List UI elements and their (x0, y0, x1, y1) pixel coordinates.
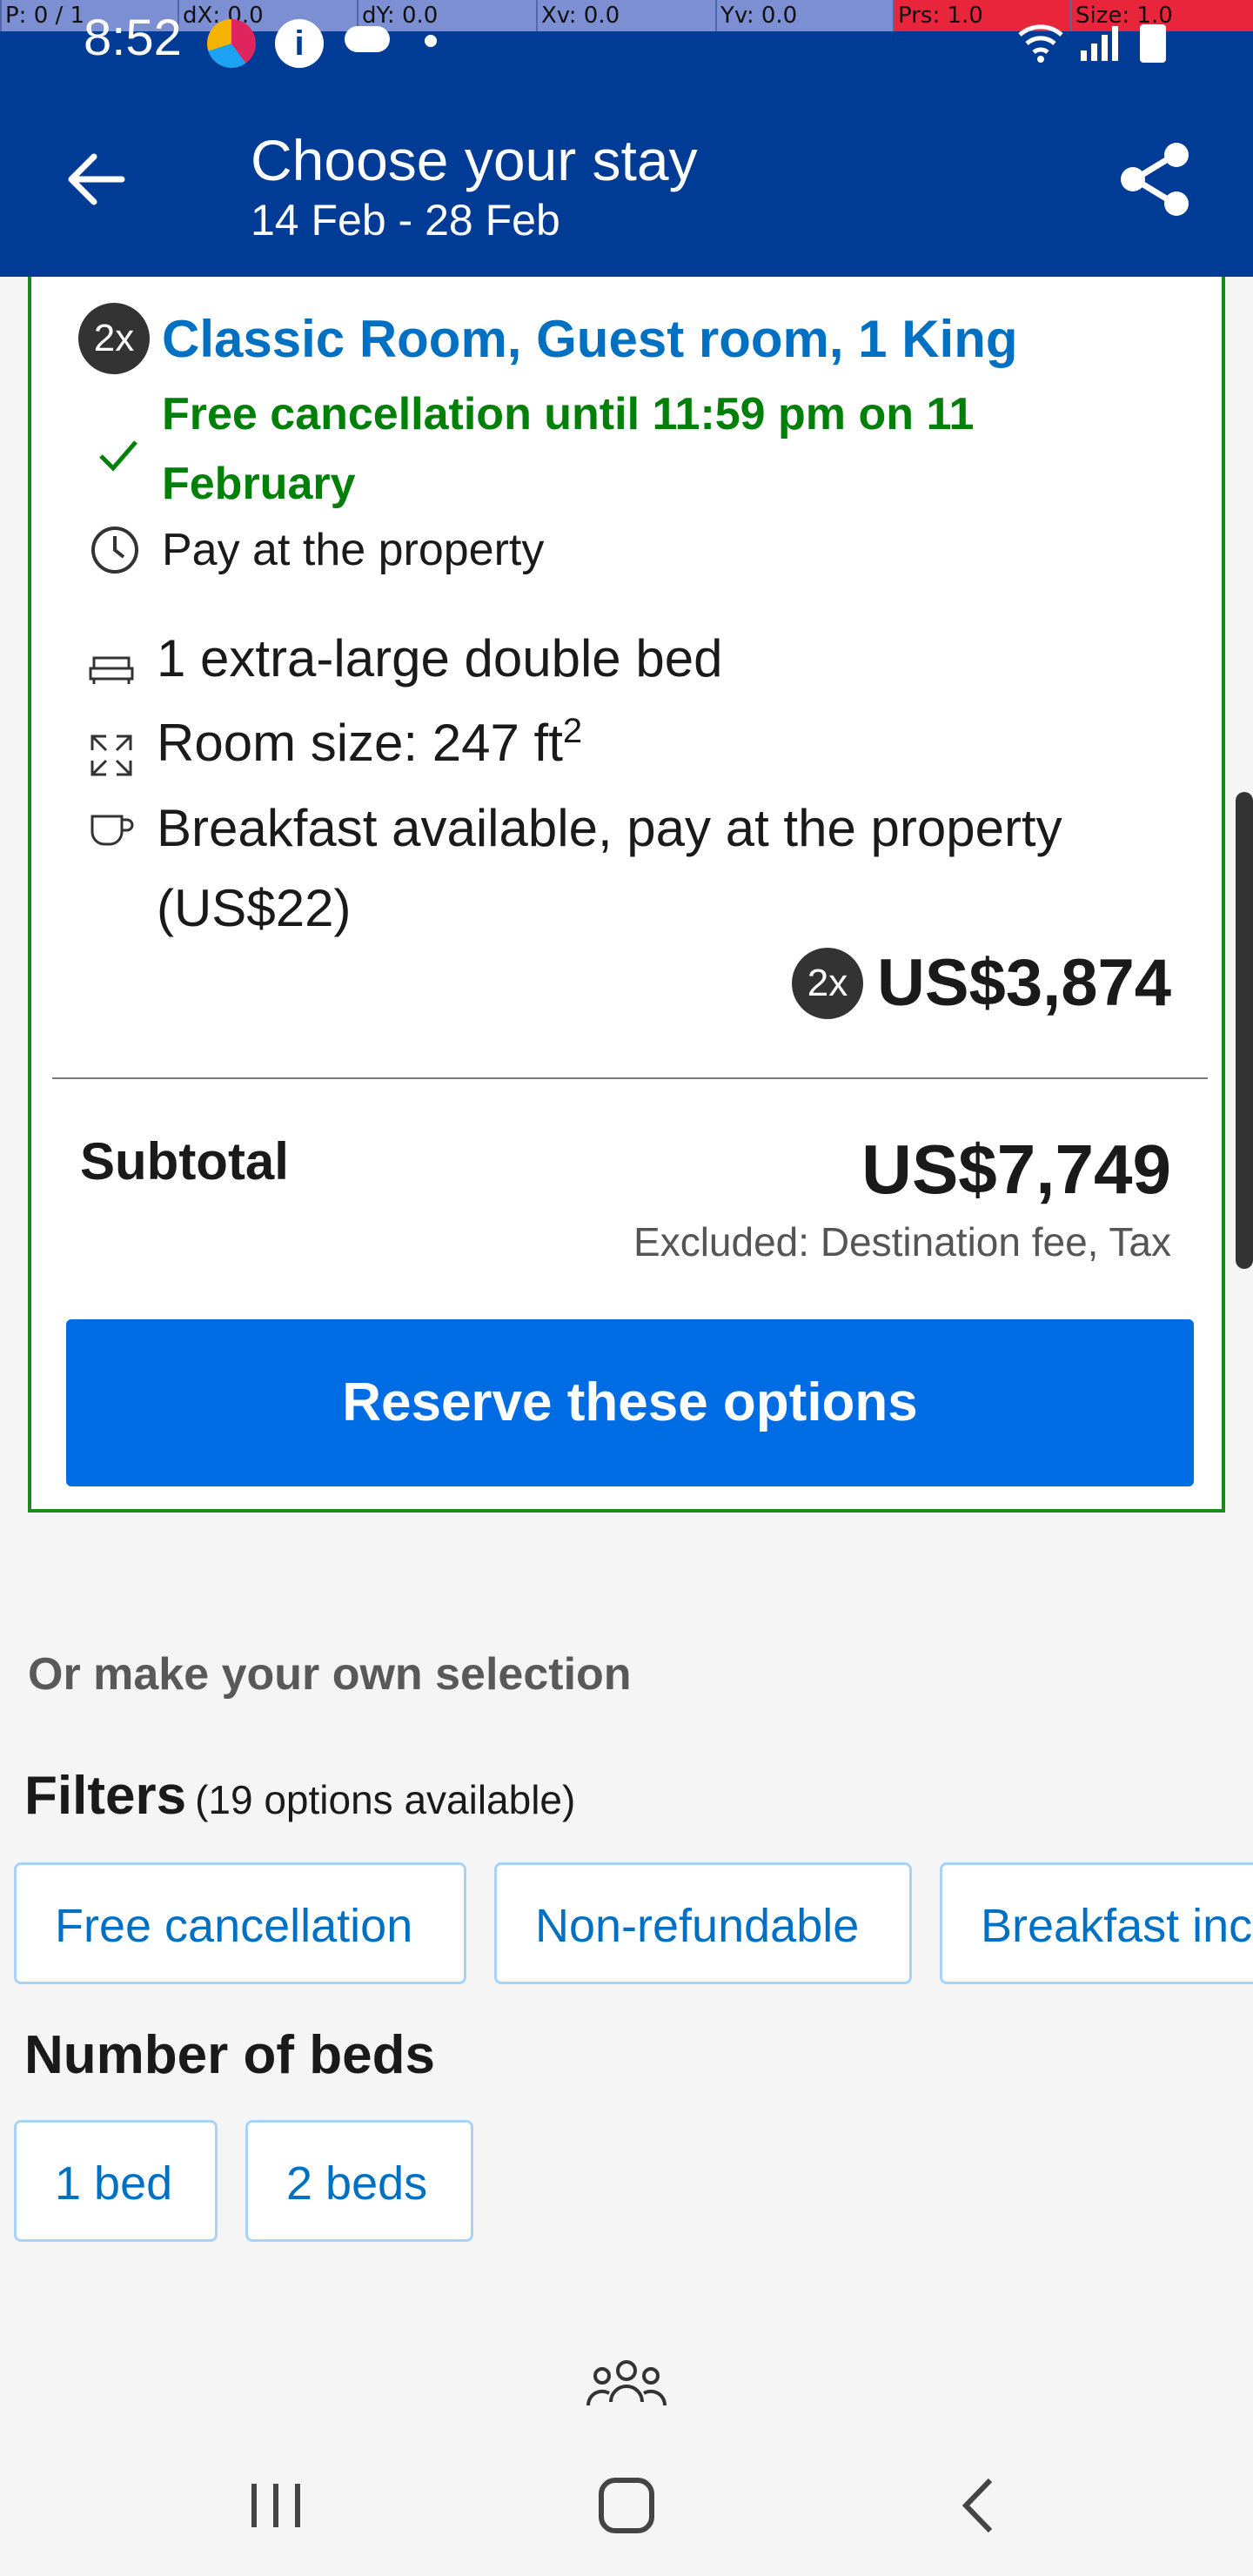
info-icon: i (275, 19, 324, 68)
status-time: 8:52 (84, 10, 182, 66)
room-quantity-badge: 2x (78, 303, 150, 374)
signal-icon (1079, 26, 1121, 61)
room-title-row[interactable]: 2x Classic Room, Guest room, 1 King (78, 303, 1018, 374)
bed-icon (87, 644, 136, 693)
system-navigation-bar (0, 2437, 1253, 2576)
breakfast-feature: Breakfast available, pay at the property… (157, 799, 1062, 937)
room-price: US$3,874 (876, 946, 1171, 1020)
battery-icon (1140, 24, 1166, 63)
page-title: Choose your stay (251, 128, 698, 192)
cancellation-policy: Free cancellation until 11:59 pm on 11 F… (162, 389, 975, 509)
price-quantity-badge: 2x (791, 947, 863, 1019)
coffee-cup-icon (87, 806, 136, 855)
room-size-icon (87, 731, 136, 780)
room-size-feature: Room size: 247 ft2 (157, 712, 582, 773)
recent-apps-icon[interactable] (237, 2466, 315, 2545)
clock-icon (89, 524, 141, 576)
number-of-beds-heading: Number of beds (24, 2025, 435, 2085)
bed-feature: 1 extra-large double bed (157, 629, 723, 688)
back-arrow-icon[interactable] (61, 144, 131, 214)
scrollbar[interactable] (1236, 792, 1253, 1269)
filter-chip-non-refundable[interactable]: Non-refundable (494, 1862, 912, 1984)
wifi-icon (1016, 23, 1065, 63)
back-nav-icon[interactable] (940, 2466, 1018, 2545)
room-price-row: 2x US$3,874 (791, 945, 1171, 1021)
dot-icon (425, 35, 437, 47)
room-size-unit-sup: 2 (562, 712, 583, 750)
cloud-icon (345, 26, 390, 52)
filters-count: (19 options available) (195, 1777, 576, 1822)
stay-dates: 14 Feb - 28 Feb (251, 196, 560, 245)
bed-chip-2-beds[interactable]: 2 beds (245, 2120, 473, 2242)
checkmark-icon (94, 430, 143, 479)
reserve-button[interactable]: Reserve these options (66, 1319, 1194, 1486)
filter-chip-free-cancellation[interactable]: Free cancellation (14, 1862, 466, 1984)
people-icon (585, 2358, 668, 2411)
payment-info: Pay at the property (162, 525, 545, 575)
filters-label: Filters (24, 1766, 187, 1826)
share-icon[interactable] (1116, 139, 1196, 219)
divider (52, 1077, 1208, 1079)
own-selection-heading: Or make your own selection (28, 1649, 632, 1700)
room-name-link[interactable]: Classic Room, Guest room, 1 King (162, 309, 1018, 369)
subtotal-label: Subtotal (80, 1132, 289, 1191)
app-notification-icon (207, 19, 256, 68)
status-bar: 8:52 i (0, 0, 1253, 73)
subtotal-amount: US$7,749 (861, 1130, 1171, 1208)
room-card: 2x Classic Room, Guest room, 1 King Free… (28, 277, 1225, 1513)
filters-heading: Filters (19 options available) (24, 1765, 575, 1827)
bed-chip-1-bed[interactable]: 1 bed (14, 2120, 218, 2242)
filter-chip-breakfast[interactable]: Breakfast inc (940, 1862, 1253, 1984)
room-size-text: Room size: 247 ft (157, 714, 563, 772)
home-icon[interactable] (587, 2466, 666, 2545)
excluded-fees-note: Excluded: Destination fee, Tax (633, 1219, 1171, 1265)
